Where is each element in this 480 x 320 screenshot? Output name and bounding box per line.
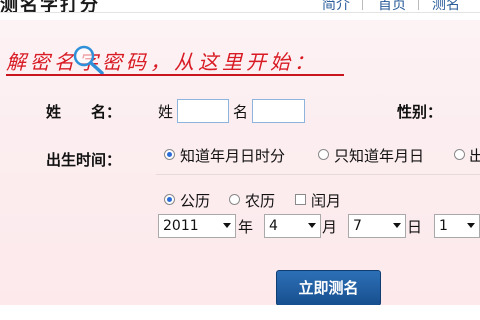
year-unit-label: 年 <box>238 218 254 236</box>
slogan-banner: 解密名字密码，从这里开始： <box>6 45 346 82</box>
month-value: 4 <box>269 218 278 234</box>
day-unit-label: 日 <box>407 218 423 236</box>
year-value: 2011 <box>163 218 199 234</box>
birth-time-label: 出生时间： <box>46 151 122 169</box>
nav-link-intro[interactable]: 简介 <box>322 0 350 12</box>
birth-option-date-only-radio[interactable] <box>318 149 329 160</box>
slogan-underline <box>6 74 344 76</box>
slogan-text: 解密名字密码，从这里开始： <box>6 50 318 74</box>
leap-month-checkbox[interactable] <box>295 194 306 205</box>
gender-label: 性别： <box>397 103 443 121</box>
chevron-down-icon <box>393 223 401 228</box>
chevron-down-icon <box>467 223 475 228</box>
year-select[interactable]: 2011 <box>158 214 236 238</box>
day-select[interactable]: 7 <box>348 214 406 238</box>
hour-value: 1 <box>439 218 448 234</box>
birth-option-date-only-label: 只知道年月日 <box>334 147 425 165</box>
chevron-down-icon <box>223 223 231 228</box>
leap-month-label: 闰月 <box>311 192 342 210</box>
top-bar: 测名字打分 简介 首页 测名 <box>0 0 480 13</box>
magnifier-icon <box>73 45 104 75</box>
surname-input[interactable] <box>177 99 229 123</box>
surname-label: 姓 <box>158 103 174 121</box>
calendar-solar-radio[interactable] <box>164 194 175 205</box>
nav-divider <box>418 0 419 10</box>
month-unit-label: 月 <box>322 218 338 236</box>
chevron-down-icon <box>308 223 316 228</box>
submit-button[interactable]: 立即测名 <box>276 270 381 306</box>
calendar-lunar-label: 农历 <box>245 192 276 210</box>
name-label: 姓 名： <box>46 103 122 121</box>
page-bottom-margin <box>0 305 480 320</box>
given-name-label: 名 <box>233 103 249 121</box>
month-select[interactable]: 4 <box>264 214 321 238</box>
calendar-solar-label: 公历 <box>180 192 211 210</box>
day-value: 7 <box>353 218 362 234</box>
given-name-input[interactable] <box>252 99 305 123</box>
birth-option-third-label: 出 <box>469 147 480 165</box>
form-divider <box>156 174 480 175</box>
nav-divider <box>362 0 363 10</box>
calendar-lunar-radio[interactable] <box>229 194 240 205</box>
site-title: 测名字打分 <box>0 0 100 13</box>
birth-option-third-radio[interactable] <box>454 149 465 160</box>
hour-select[interactable]: 1 <box>434 214 480 238</box>
nav-link-naming[interactable]: 测名 <box>432 0 460 12</box>
nav-link-home[interactable]: 首页 <box>378 0 406 12</box>
birth-option-full-label: 知道年月日时分 <box>180 147 286 165</box>
birth-option-full-radio[interactable] <box>164 149 175 160</box>
